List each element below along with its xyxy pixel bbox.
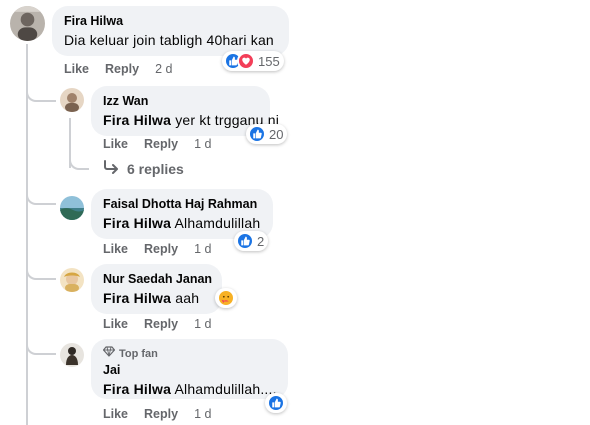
like-button[interactable]: Like xyxy=(103,317,128,331)
comment-text: Fira Hilwa aah xyxy=(103,288,210,308)
comment-author[interactable]: Faisal Dhotta Haj Rahman xyxy=(103,196,261,213)
avatar[interactable] xyxy=(60,268,84,292)
mention-link[interactable]: Fira Hilwa xyxy=(103,381,171,397)
reply-button[interactable]: Reply xyxy=(144,317,178,331)
comment-bubble: Nur Saedah Janan Fira Hilwa aah xyxy=(91,264,222,314)
comment-bubble: Top fan Jai Fira Hilwa Alhamdulillah.... xyxy=(91,339,288,399)
thread-elbow-4 xyxy=(26,335,56,355)
comment-timestamp[interactable]: 1 d xyxy=(194,317,211,331)
reaction-count: 20 xyxy=(269,126,284,142)
comment-text: Dia keluar join tabligh 40hari kan xyxy=(64,32,274,48)
reaction-count: 2 xyxy=(257,233,265,249)
top-fan-badge: Top fan xyxy=(102,346,276,362)
care-icon xyxy=(217,289,235,307)
reply-button[interactable]: Reply xyxy=(144,407,178,421)
view-replies-button[interactable]: 6 replies xyxy=(103,160,184,177)
comment-timestamp[interactable]: 2 d xyxy=(155,62,172,76)
comment-author[interactable]: Izz Wan xyxy=(103,93,258,110)
mention-link[interactable]: Fira Hilwa xyxy=(103,290,171,306)
avatar[interactable] xyxy=(60,343,84,367)
comment-timestamp[interactable]: 1 d xyxy=(194,407,211,421)
comment-actions: Like Reply 1 d xyxy=(103,137,211,151)
reaction-summary[interactable] xyxy=(265,393,287,413)
like-icon xyxy=(236,232,254,250)
comment-bubble: Izz Wan Fira Hilwa yer kt trgganu ni xyxy=(91,86,279,136)
view-replies-label: 6 replies xyxy=(127,160,184,177)
thread-elbow-2 xyxy=(26,180,56,205)
reaction-summary[interactable]: 20 xyxy=(246,124,288,144)
comment-body: Alhamdulillah xyxy=(174,215,261,231)
comment-actions: Like Reply 1 d xyxy=(103,317,211,331)
reaction-summary[interactable]: 155 xyxy=(222,51,284,71)
thread-elbow-replies xyxy=(69,148,89,170)
love-icon xyxy=(237,52,255,70)
avatar[interactable] xyxy=(60,196,84,220)
reaction-summary[interactable] xyxy=(215,288,237,308)
reply-arrow-icon xyxy=(103,160,119,177)
reply-button[interactable]: Reply xyxy=(105,62,139,76)
like-button[interactable]: Like xyxy=(103,407,128,421)
reply-button[interactable]: Reply xyxy=(144,137,178,151)
like-button[interactable]: Like xyxy=(64,62,89,76)
comment-author[interactable]: Jai xyxy=(103,362,276,379)
comment-bubble: Fira Hilwa Dia keluar join tabligh 40har… xyxy=(52,6,289,56)
like-button[interactable]: Like xyxy=(103,137,128,151)
comment-text: Fira Hilwa yer kt trgganu ni xyxy=(103,110,279,130)
comment-text: Fira Hilwa Alhamdulillah xyxy=(103,213,261,233)
like-button[interactable]: Like xyxy=(103,242,128,256)
comment-author[interactable]: Fira Hilwa xyxy=(64,13,277,30)
comment-text: Fira Hilwa Alhamdulillah.... xyxy=(103,379,277,399)
mention-link[interactable]: Fira Hilwa xyxy=(103,215,171,231)
avatar[interactable] xyxy=(10,6,45,41)
comment-body: aah xyxy=(175,290,200,306)
reaction-summary[interactable]: 2 xyxy=(234,231,269,251)
diamond-icon xyxy=(102,346,116,362)
thread-line-main xyxy=(26,44,28,425)
comment-timestamp[interactable]: 1 d xyxy=(194,242,211,256)
reaction-count: 155 xyxy=(258,53,280,69)
top-fan-label: Top fan xyxy=(119,347,158,360)
mention-link[interactable]: Fira Hilwa xyxy=(103,112,171,128)
comment-author[interactable]: Nur Saedah Janan xyxy=(103,271,212,288)
comment-body: Alhamdulillah.... xyxy=(174,381,277,397)
avatar[interactable] xyxy=(60,88,84,112)
comment-actions: Like Reply 2 d xyxy=(64,62,172,76)
thread-elbow-1 xyxy=(26,80,56,102)
like-icon xyxy=(248,125,266,143)
comment-actions: Like Reply 1 d xyxy=(103,407,211,421)
comment-actions: Like Reply 1 d xyxy=(103,242,211,256)
reply-button[interactable]: Reply xyxy=(144,242,178,256)
like-icon xyxy=(267,394,285,412)
thread-elbow-3 xyxy=(26,260,56,280)
comment-timestamp[interactable]: 1 d xyxy=(194,137,211,151)
